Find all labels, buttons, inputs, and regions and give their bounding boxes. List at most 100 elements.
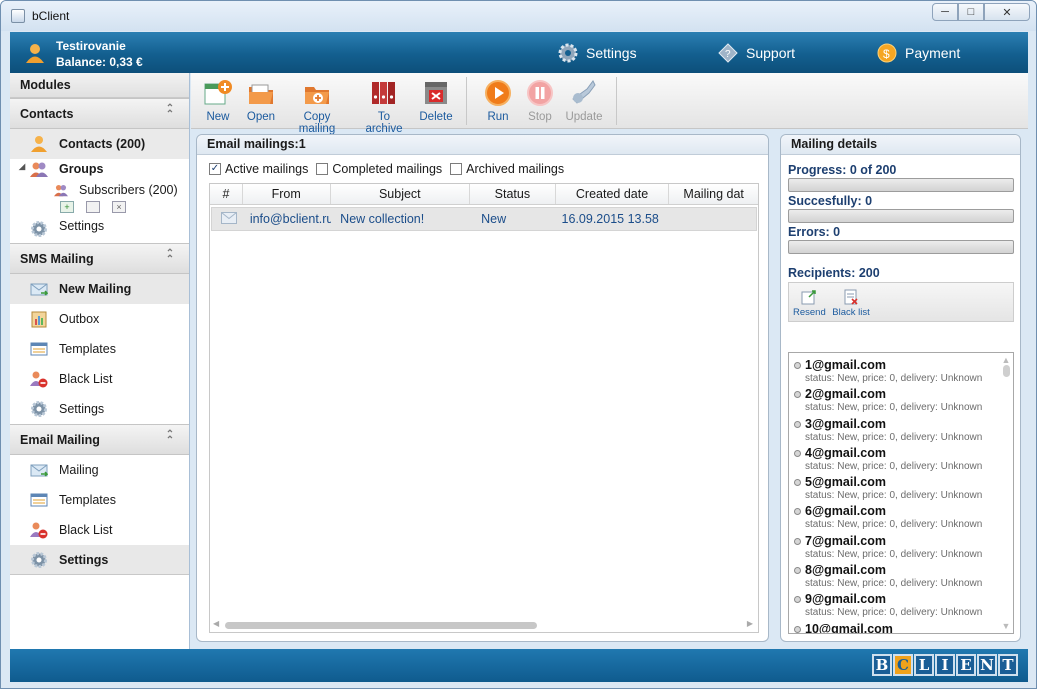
recipient-status: status: New, price: 0, delivery: Unknown bbox=[805, 431, 983, 443]
list-item[interactable]: 10@gmail.com bbox=[789, 620, 1013, 633]
column-header-status[interactable]: Status bbox=[470, 184, 556, 204]
list-item[interactable]: 3@gmail.com status: New, price: 0, delive… bbox=[789, 415, 1013, 444]
sidebar-item-mailing[interactable]: Mailing bbox=[10, 455, 189, 485]
recipients-list: 1@gmail.com status: New, price: 0, delive… bbox=[788, 352, 1014, 634]
collapse-chevron-icon[interactable]: ⌃ ⌃ bbox=[161, 430, 179, 446]
add-group-icon[interactable]: + bbox=[60, 201, 74, 213]
recipient-status: status: New, price: 0, delivery: Unknown bbox=[805, 402, 983, 414]
to-archive-button[interactable]: To archive bbox=[358, 79, 410, 135]
edit-group-icon[interactable] bbox=[86, 201, 100, 213]
stop-label: Stop bbox=[528, 111, 552, 123]
collapse-chevron-icon[interactable]: ⌃ ⌃ bbox=[161, 104, 179, 120]
nav-payment[interactable]: $ Payment bbox=[877, 43, 960, 63]
filter-archived[interactable]: Archived mailings bbox=[450, 162, 564, 176]
copy-mailing-button[interactable]: Copy mailing bbox=[285, 79, 349, 135]
section-sms[interactable]: SMS Mailing ⌃ ⌃ bbox=[10, 243, 189, 274]
scroll-down-icon[interactable]: ▼ bbox=[1001, 621, 1011, 631]
nav-support[interactable]: ? Support bbox=[718, 43, 795, 63]
close-button[interactable]: ✕ bbox=[984, 3, 1030, 21]
update-label: Update bbox=[565, 111, 603, 123]
logo-letter: I bbox=[935, 654, 955, 676]
scroll-thumb[interactable] bbox=[1002, 365, 1010, 377]
scroll-up-icon[interactable]: ▲ bbox=[1001, 355, 1011, 365]
blacklist-button[interactable]: Black list bbox=[832, 289, 870, 318]
sidebar-item-sms-blacklist[interactable]: Black List bbox=[10, 364, 189, 394]
section-sms-title: SMS Mailing bbox=[20, 252, 94, 266]
progress-text: Progress: 0 of 200 bbox=[788, 163, 897, 177]
column-header-from[interactable]: From bbox=[243, 184, 331, 204]
sidebar-item-subscribers[interactable]: Subscribers (200) bbox=[10, 181, 189, 201]
list-item[interactable]: 6@gmail.com status: New, price: 0, delive… bbox=[789, 502, 1013, 531]
sidebar-item-sms-settings[interactable]: Settings bbox=[10, 394, 189, 424]
checkbox-checked-icon[interactable]: ✓ bbox=[209, 163, 221, 175]
blacklist-icon bbox=[30, 371, 48, 388]
user-icon bbox=[31, 136, 47, 152]
sidebar-item-email-blacklist[interactable]: Black List bbox=[10, 515, 189, 545]
checkbox-icon[interactable] bbox=[316, 163, 329, 175]
column-header-created[interactable]: Created date bbox=[556, 184, 670, 204]
app-window: bClient ─ □ ✕ Testirovanie Balance: 0,33… bbox=[0, 0, 1037, 689]
table-row[interactable]: info@bclient.ru New collection! New 16.0… bbox=[211, 207, 757, 231]
new-button[interactable]: New bbox=[201, 79, 235, 123]
scroll-left-icon[interactable]: ◀ bbox=[213, 619, 219, 628]
play-icon bbox=[485, 80, 511, 106]
section-email[interactable]: Email Mailing ⌃ ⌃ bbox=[10, 424, 189, 455]
list-item[interactable]: 9@gmail.com status: New, price: 0, delive… bbox=[789, 590, 1013, 619]
collapse-chevron-icon[interactable]: ⌃ ⌃ bbox=[161, 249, 179, 265]
resend-button[interactable]: Resend bbox=[793, 289, 826, 318]
sidebar-item-label: Settings bbox=[59, 219, 105, 233]
scroll-right-icon[interactable]: ▶ bbox=[747, 619, 753, 628]
templates-icon bbox=[30, 342, 48, 356]
bullet-icon bbox=[794, 479, 801, 487]
horizontal-scrollbar[interactable]: ◀ ▶ bbox=[211, 618, 757, 632]
checkbox-icon[interactable] bbox=[450, 163, 463, 175]
recipient-status: status: New, price: 0, delivery: Unknown bbox=[805, 519, 983, 531]
section-contacts[interactable]: Contacts ⌃ ⌃ bbox=[10, 98, 189, 129]
sidebar-item-sms-templates[interactable]: Templates bbox=[10, 334, 189, 364]
nav-settings[interactable]: Settings bbox=[558, 43, 637, 63]
list-item[interactable]: 1@gmail.com status: New, price: 0, delive… bbox=[789, 356, 1013, 385]
gear-icon bbox=[31, 552, 47, 568]
stop-button[interactable]: Stop bbox=[523, 79, 557, 123]
bullet-icon bbox=[794, 449, 801, 457]
resend-icon bbox=[801, 290, 816, 305]
list-item[interactable]: 4@gmail.com status: New, price: 0, delive… bbox=[789, 444, 1013, 473]
copy-mailing-label: Copy mailing bbox=[298, 111, 336, 135]
list-item[interactable]: 7@gmail.com status: New, price: 0, delive… bbox=[789, 532, 1013, 561]
sidebar-item-new-mailing[interactable]: New Mailing bbox=[10, 274, 189, 304]
sidebar-item-contacts-settings[interactable]: Settings bbox=[10, 215, 189, 243]
list-item[interactable]: 2@gmail.com status: New, price: 0, delive… bbox=[789, 385, 1013, 414]
outbox-icon bbox=[31, 311, 47, 328]
expand-arrow-icon[interactable]: ◢ bbox=[19, 162, 25, 171]
sidebar-item-email-templates[interactable]: Templates bbox=[10, 485, 189, 515]
update-icon bbox=[572, 80, 596, 104]
open-button[interactable]: Open bbox=[244, 79, 278, 123]
update-button[interactable]: Update bbox=[563, 79, 605, 123]
list-item[interactable]: 8@gmail.com status: New, price: 0, delive… bbox=[789, 561, 1013, 590]
delete-group-icon[interactable]: × bbox=[112, 201, 126, 213]
blacklist-icon bbox=[30, 522, 48, 539]
recipient-status: status: New, price: 0, delivery: Unknown bbox=[805, 490, 983, 502]
app-icon bbox=[11, 9, 25, 23]
maximize-button[interactable]: □ bbox=[958, 3, 984, 21]
mailing-filters: ✓ Active mailings Completed mailings Arch… bbox=[209, 162, 564, 176]
vertical-scrollbar[interactable]: ▲ ▼ bbox=[1001, 355, 1011, 631]
minimize-button[interactable]: ─ bbox=[932, 3, 958, 21]
filter-label: Archived mailings bbox=[466, 162, 565, 176]
column-header-subject[interactable]: Subject bbox=[331, 184, 471, 204]
bullet-icon bbox=[794, 596, 801, 604]
run-label: Run bbox=[487, 111, 509, 123]
envelope-arrow-icon bbox=[30, 283, 48, 296]
run-button[interactable]: Run bbox=[481, 79, 515, 123]
filter-completed[interactable]: Completed mailings bbox=[316, 162, 442, 176]
sidebar-item-groups[interactable]: ◢ Groups bbox=[10, 159, 189, 181]
column-header-mailing-date[interactable]: Mailing dat bbox=[669, 184, 758, 204]
sidebar-item-contacts[interactable]: Contacts (200) bbox=[10, 129, 189, 159]
scroll-thumb[interactable] bbox=[225, 622, 537, 629]
column-header-number[interactable]: # bbox=[210, 184, 243, 204]
list-item[interactable]: 5@gmail.com status: New, price: 0, delive… bbox=[789, 473, 1013, 502]
sidebar-item-email-settings[interactable]: Settings bbox=[10, 545, 189, 575]
sidebar-item-outbox[interactable]: Outbox bbox=[10, 304, 189, 334]
filter-active[interactable]: ✓ Active mailings bbox=[209, 162, 308, 176]
delete-button[interactable]: Delete bbox=[418, 79, 454, 123]
